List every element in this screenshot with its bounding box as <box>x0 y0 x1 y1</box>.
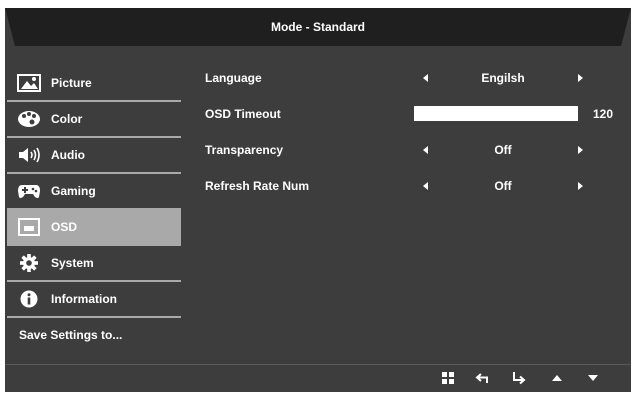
menu-label-save-settings: Save Settings to... <box>19 328 123 342</box>
menu-label-system: System <box>51 256 94 270</box>
right-arrow-icon[interactable] <box>578 146 583 154</box>
menu-item-osd[interactable]: OSD <box>7 210 181 246</box>
picture-icon <box>17 74 41 92</box>
mode-title: Mode - Standard <box>270 20 365 34</box>
setting-label-osd-timeout: OSD Timeout <box>205 107 281 121</box>
osd-window: Mode - Standard Picture Color Audio Gami… <box>5 8 631 392</box>
osd-timeout-slider-fill <box>414 106 578 121</box>
setting-value-osd-timeout: 120 <box>593 107 614 121</box>
setting-row-osd-timeout[interactable]: OSD Timeout 120 <box>205 104 625 124</box>
menu-item-save-settings[interactable]: Save Settings to... <box>7 318 181 354</box>
gear-icon <box>20 254 38 272</box>
down-arrow-icon[interactable] <box>585 370 601 386</box>
title-bar: Mode - Standard <box>5 8 631 46</box>
menu-grid-icon[interactable] <box>440 370 456 386</box>
setting-value-transparency: Off <box>494 143 512 157</box>
menu-label-osd: OSD <box>51 220 78 234</box>
sidebar-menu: Picture Color Audio Gaming OSD System In… <box>7 66 181 354</box>
left-arrow-icon[interactable] <box>423 74 428 82</box>
up-arrow-icon[interactable] <box>549 370 565 386</box>
menu-item-information[interactable]: Information <box>7 282 181 318</box>
menu-label-gaming: Gaming <box>51 184 96 198</box>
setting-value-refresh-rate-num: Off <box>494 179 512 193</box>
osd-timeout-slider[interactable] <box>414 106 578 121</box>
menu-label-color: Color <box>51 112 83 126</box>
setting-row-transparency[interactable]: Transparency Off <box>205 140 625 160</box>
menu-item-color[interactable]: Color <box>7 102 181 138</box>
menu-label-information: Information <box>51 292 117 306</box>
menu-item-system[interactable]: System <box>7 246 181 282</box>
setting-label-language: Language <box>205 71 262 85</box>
setting-label-transparency: Transparency <box>205 143 284 157</box>
back-icon[interactable] <box>475 370 491 386</box>
setting-value-language: Engilsh <box>481 71 525 85</box>
menu-item-picture[interactable]: Picture <box>7 66 181 102</box>
info-icon <box>20 290 38 308</box>
osd-icon <box>18 218 40 236</box>
gamepad-icon <box>18 185 40 198</box>
speaker-icon <box>19 147 40 163</box>
palette-icon <box>18 111 40 127</box>
menu-label-audio: Audio <box>51 148 85 162</box>
setting-row-language[interactable]: Language Engilsh <box>205 68 625 88</box>
menu-item-gaming[interactable]: Gaming <box>7 174 181 210</box>
right-arrow-icon[interactable] <box>578 74 583 82</box>
menu-item-audio[interactable]: Audio <box>7 138 181 174</box>
setting-row-refresh-rate-num[interactable]: Refresh Rate Num Off <box>205 176 625 196</box>
menu-label-picture: Picture <box>51 76 92 90</box>
right-arrow-icon[interactable] <box>578 182 583 190</box>
left-arrow-icon[interactable] <box>423 182 428 190</box>
left-arrow-icon[interactable] <box>423 146 428 154</box>
enter-icon[interactable] <box>510 370 526 386</box>
footer-divider <box>5 364 631 365</box>
setting-label-refresh-rate-num: Refresh Rate Num <box>205 179 310 193</box>
